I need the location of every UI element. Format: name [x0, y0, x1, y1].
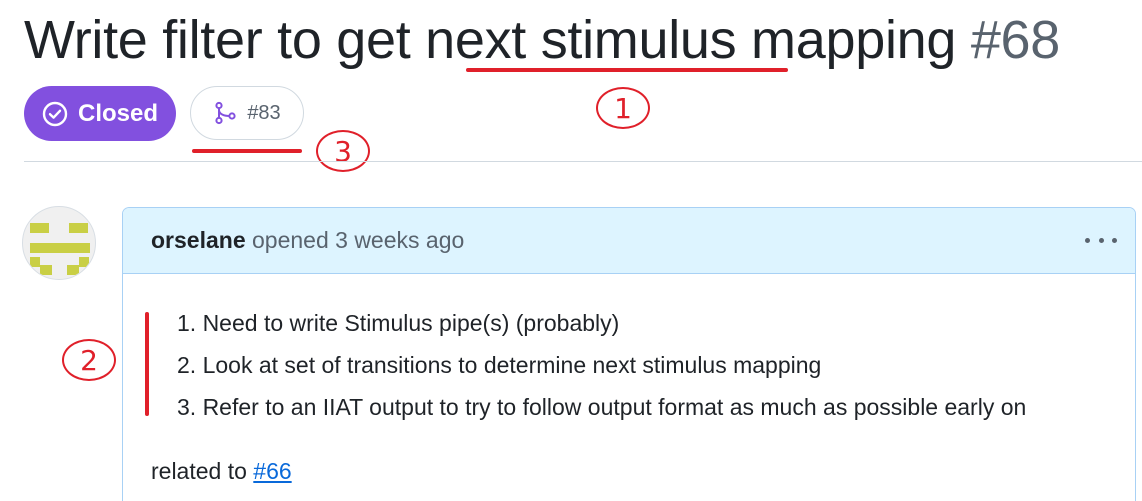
- annotation-bar-2: [145, 312, 149, 416]
- annotation-marker-1: 1: [596, 87, 650, 129]
- avatar-pixel: [30, 257, 40, 267]
- state-label: Closed: [77, 99, 158, 127]
- avatar-pixel: [30, 223, 49, 233]
- annotation-marker-3: 3: [316, 130, 370, 172]
- comment-meta: orselane opened 3 weeks ago: [151, 227, 464, 254]
- linked-pr-button[interactable]: #83: [190, 86, 304, 140]
- check-circle-icon: [42, 101, 68, 126]
- avatar[interactable]: [22, 206, 96, 280]
- issue-page: Write filter to get next stimulus mappin…: [0, 0, 1142, 501]
- annotation-marker-2: 2: [62, 339, 116, 381]
- comment-author[interactable]: orselane: [151, 227, 246, 253]
- state-badge-closed: Closed: [24, 86, 176, 141]
- header-divider: [24, 161, 1142, 162]
- title-text-pre: Write filter to get: [24, 10, 426, 70]
- list-item: 2. Look at set of transitions to determi…: [177, 352, 822, 378]
- title-text-post: mapping: [736, 10, 971, 70]
- avatar-pixel: [40, 265, 52, 275]
- kebab-dot: [1098, 237, 1104, 243]
- related-issue-link[interactable]: #66: [253, 458, 291, 484]
- annotation-underline-1: [466, 68, 788, 72]
- git-pull-request-icon: [215, 101, 236, 125]
- kebab-horizontal-icon[interactable]: [1085, 228, 1117, 252]
- related-text: related to #66: [151, 458, 292, 485]
- comment-action: opened 3 weeks ago: [245, 227, 465, 253]
- title-highlight: next stimulus: [425, 10, 737, 70]
- avatar-pixel: [30, 243, 90, 253]
- related-prefix: related to: [151, 458, 254, 484]
- comment-body: 1. Need to write Stimulus pipe(s) (proba…: [123, 274, 1135, 501]
- list-item: 1. Need to write Stimulus pipe(s) (proba…: [177, 310, 620, 336]
- task-list: 1. Need to write Stimulus pipe(s) (proba…: [177, 304, 1026, 430]
- kebab-dot: [1085, 237, 1090, 243]
- linked-pr-number: #83: [247, 101, 281, 124]
- annotation-underline-3: [192, 149, 302, 153]
- avatar-pixel: [79, 257, 89, 267]
- avatar-pixel: [67, 265, 79, 275]
- issue-title: Write filter to get next stimulus mappin…: [24, 6, 1060, 74]
- list-item: 3. Refer to an IIAT output to try to fol…: [177, 394, 1027, 420]
- comment-header: orselane opened 3 weeks ago: [123, 208, 1135, 274]
- avatar-pixel: [69, 223, 88, 233]
- issue-number: #68: [970, 10, 1061, 70]
- kebab-dot: [1112, 237, 1117, 243]
- issue-comment: orselane opened 3 weeks ago 1. Need to w…: [122, 207, 1136, 501]
